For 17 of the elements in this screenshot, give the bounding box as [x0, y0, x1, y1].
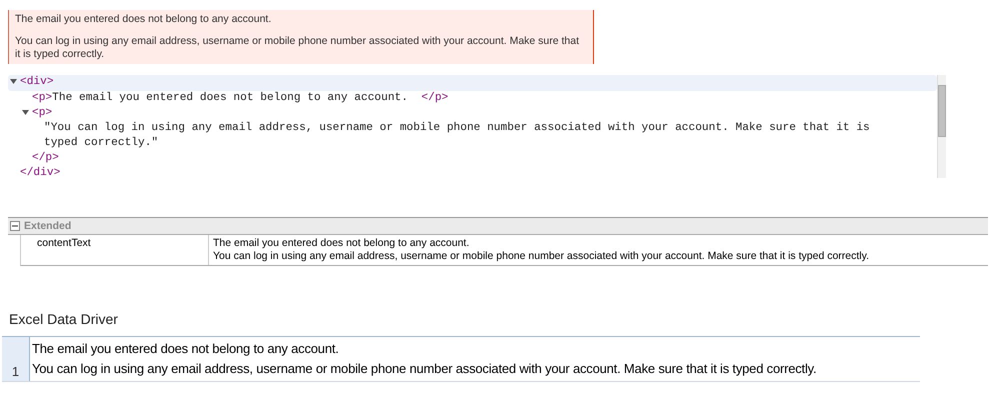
section-title: Excel Data Driver [9, 311, 119, 327]
collapse-toggle-icon[interactable] [10, 221, 20, 231]
dom-element-row[interactable]: <div> [8, 75, 937, 91]
dom-closing-tag: </p> [8, 150, 937, 166]
expanded-triangle-icon[interactable] [10, 78, 17, 85]
error-text: The email you entered does not belong to any account. [15, 13, 272, 26]
property-value: The email you entered does not belong to any account. You can log in using any email address, username or mobile phone number associated with your account. Make sure that it is typed correctly. [212, 236, 870, 264]
expanded-triangle-icon[interactable] [22, 108, 29, 116]
dom-element-row[interactable]: <p>The email you entered does not belong to any account. </p> [8, 90, 937, 106]
quoted-text: "You can log in using any email address, username or mobile phone number associated with your account. Make sure that it is typed correctly." [43, 121, 871, 151]
property-name: contentText [21, 235, 209, 265]
scrollbar[interactable] [937, 75, 946, 178]
error-text: You can log in using any email address, username or mobile phone number associated with your account. Make sure that it is typed correctly. [15, 35, 580, 61]
table-cell-text: The email you entered does not belong to any account. You can log in using any email address, username or mobile phone number associated with your account. Make sure that it is typed correctly. [31, 340, 818, 378]
dom-closing-tag: </div> [8, 166, 937, 181]
row-number: 1 [2, 337, 30, 381]
dom-element-row[interactable]: <p> [8, 106, 937, 122]
